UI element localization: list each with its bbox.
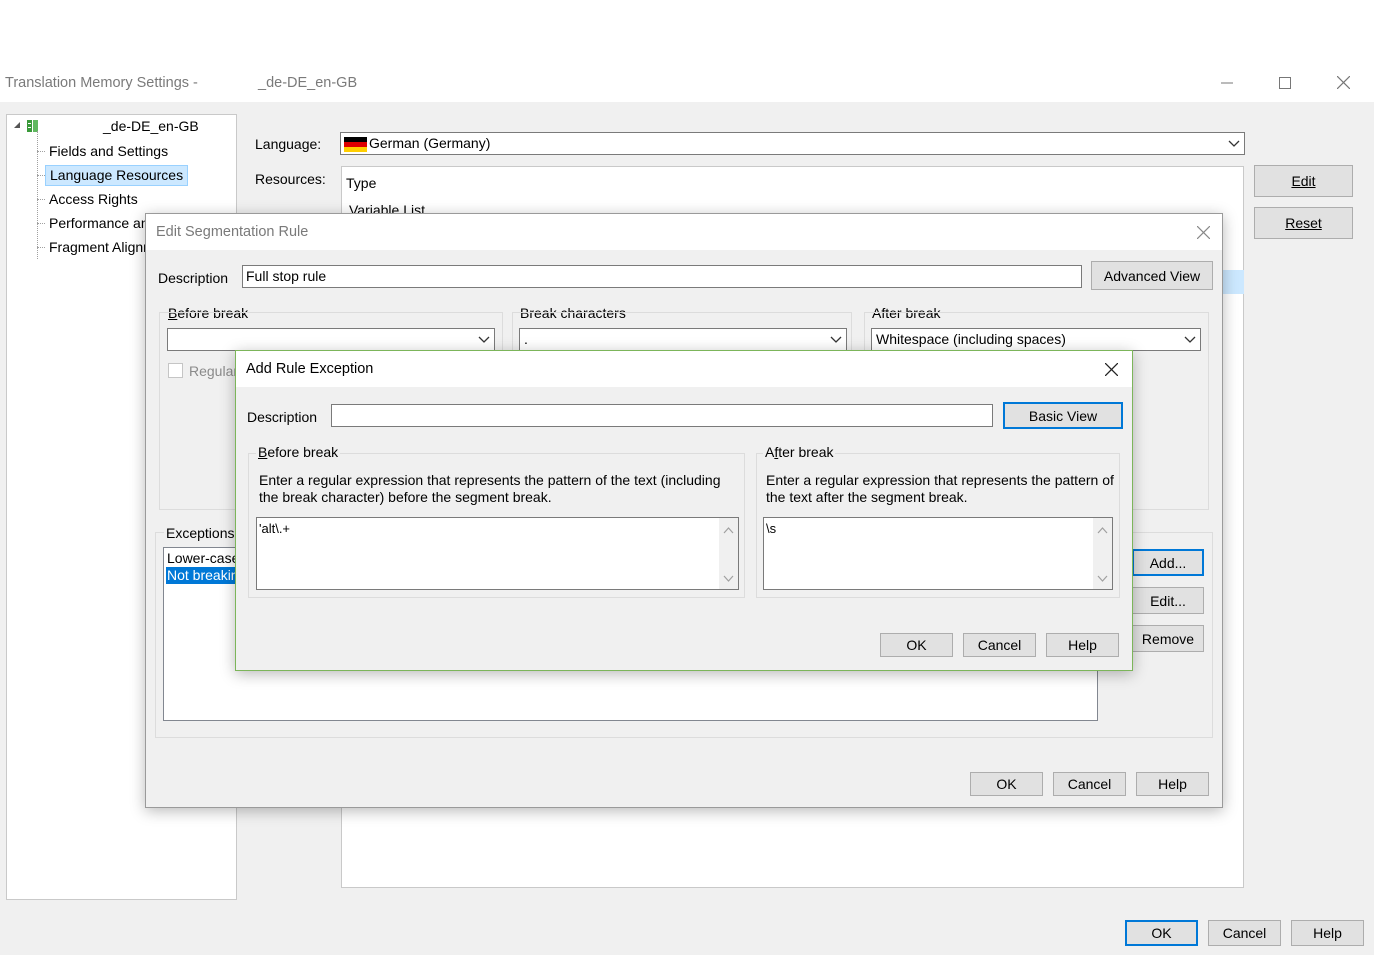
- exc-before-break-scrollbar[interactable]: [719, 518, 738, 589]
- exc-dialog-close-button[interactable]: [1098, 357, 1124, 381]
- exc-description-label: Description: [247, 409, 318, 425]
- tree-connector: [37, 247, 45, 248]
- exc-after-break-value: \s: [766, 521, 777, 536]
- exc-after-break-input[interactable]: \s: [763, 517, 1113, 590]
- seg-description-label: Description: [158, 270, 229, 286]
- seg-after-break-value: Whitespace (including spaces): [876, 331, 1066, 347]
- exc-description-input[interactable]: [331, 404, 993, 427]
- seg-help-button[interactable]: Help: [1136, 772, 1209, 796]
- language-value: German (Germany): [369, 135, 491, 151]
- seg-dialog-title: Edit Segmentation Rule: [156, 224, 309, 240]
- tree-root-label[interactable]: _de-DE_en-GB: [103, 118, 199, 134]
- tree-item-language-resources[interactable]: Language Resources: [45, 165, 189, 186]
- seg-exceptions-label: Exceptions: [164, 525, 237, 541]
- tree-connector: [37, 151, 45, 152]
- scroll-down-icon[interactable]: [723, 574, 734, 583]
- minimize-icon: [1221, 82, 1233, 84]
- main-ok-button[interactable]: OK: [1125, 920, 1198, 946]
- seg-break-chars-value: .: [524, 331, 528, 347]
- reset-resource-button[interactable]: Reset: [1254, 207, 1353, 239]
- add-exception-button[interactable]: Add...: [1132, 549, 1204, 576]
- language-label: Language:: [255, 136, 322, 152]
- language-select[interactable]: German (Germany): [340, 132, 1245, 155]
- exc-after-break-label: After break: [763, 444, 836, 460]
- advanced-view-button[interactable]: Advanced View: [1091, 261, 1213, 290]
- seg-dialog-title-bar: Edit Segmentation Rule: [146, 214, 1222, 250]
- maximize-button[interactable]: [1262, 70, 1308, 96]
- edit-exception-button[interactable]: Edit...: [1132, 587, 1204, 614]
- exc-before-break-label: Before break: [256, 444, 341, 460]
- scroll-up-icon[interactable]: [1097, 526, 1108, 535]
- tree-connector: [37, 175, 45, 176]
- edit-resource-button[interactable]: Edit: [1254, 165, 1353, 197]
- basic-view-button[interactable]: Basic View: [1003, 402, 1123, 429]
- tree-connector: [37, 223, 45, 224]
- window-title: Translation Memory Settings -: [5, 75, 198, 91]
- title-bar: Translation Memory Settings - _de-DE_en-…: [0, 62, 1374, 102]
- exc-after-break-scrollbar[interactable]: [1093, 518, 1112, 589]
- seg-cancel-button[interactable]: Cancel: [1053, 772, 1126, 796]
- exc-dialog-title: Add Rule Exception: [246, 361, 374, 377]
- scroll-down-icon[interactable]: [1097, 574, 1108, 583]
- close-icon: [1105, 363, 1118, 376]
- chevron-down-icon: [1184, 336, 1196, 343]
- add-rule-exception-dialog: Add Rule Exception Description Basic Vie…: [235, 350, 1133, 671]
- exc-before-break-input[interactable]: 'alt\.+: [256, 517, 739, 590]
- maximize-icon: [1279, 77, 1291, 89]
- tree-connector: [37, 199, 45, 200]
- tree-item-access-rights[interactable]: Access Rights: [45, 189, 142, 210]
- exc-before-break-value: 'alt\.+: [259, 521, 291, 536]
- chevron-down-icon: [478, 336, 490, 343]
- exc-before-break-text: efore break: [267, 444, 339, 460]
- exc-ok-button[interactable]: OK: [880, 633, 953, 657]
- seg-dialog-close-button[interactable]: [1190, 220, 1216, 244]
- resources-label: Resources:: [255, 171, 326, 187]
- exc-after-break-text: ter break: [778, 444, 834, 460]
- tree-item-fields-and-settings[interactable]: Fields and Settings: [45, 141, 172, 162]
- close-icon: [1336, 75, 1350, 90]
- exc-help-button[interactable]: Help: [1046, 633, 1119, 657]
- edit-resource-label: Edit: [1291, 173, 1316, 189]
- chevron-down-icon: [1228, 140, 1240, 147]
- exc-dialog-title-bar: Add Rule Exception: [236, 351, 1132, 387]
- exc-before-break-help: Enter a regular expression that represen…: [259, 472, 721, 505]
- seg-regex-checkbox[interactable]: [168, 363, 183, 378]
- resources-column-type[interactable]: Type: [346, 175, 376, 191]
- main-cancel-button[interactable]: Cancel: [1208, 920, 1281, 946]
- seg-break-chars-select[interactable]: .: [519, 328, 847, 351]
- seg-before-break-select[interactable]: [167, 328, 495, 351]
- window-title-tm-name: _de-DE_en-GB: [258, 75, 358, 91]
- minimize-button[interactable]: [1204, 70, 1250, 96]
- exc-after-break-help: Enter a regular expression that represen…: [766, 472, 1114, 505]
- seg-ok-button[interactable]: OK: [970, 772, 1043, 796]
- main-help-button[interactable]: Help: [1291, 920, 1364, 946]
- chevron-down-icon: [830, 336, 842, 343]
- close-window-button[interactable]: [1320, 70, 1366, 96]
- remove-exception-button[interactable]: Remove: [1132, 625, 1204, 652]
- reset-resource-label: Reset: [1285, 215, 1322, 231]
- exc-cancel-button[interactable]: Cancel: [963, 633, 1036, 657]
- scroll-up-icon[interactable]: [723, 526, 734, 535]
- seg-after-break-select[interactable]: Whitespace (including spaces): [871, 328, 1201, 351]
- tree-collapse-icon[interactable]: [13, 121, 21, 129]
- resources-row-selection: [1222, 270, 1244, 294]
- germany-flag-icon: [344, 137, 367, 152]
- seg-description-input[interactable]: Full stop rule: [242, 265, 1082, 288]
- close-icon: [1197, 226, 1210, 239]
